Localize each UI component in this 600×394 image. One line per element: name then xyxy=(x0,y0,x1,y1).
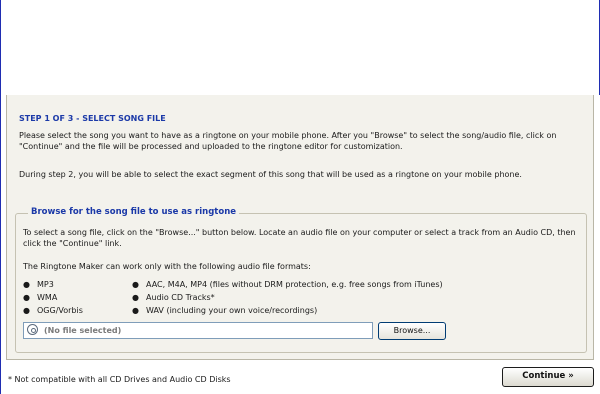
format-item: ● AAC, M4A, MP4 (files without DRM protec… xyxy=(132,278,443,291)
format-label: AAC, M4A, MP4 (files without DRM protect… xyxy=(146,280,443,289)
step-intro-text-2: During step 2, you will be able to selec… xyxy=(19,170,522,179)
continue-button[interactable]: Continue » xyxy=(502,367,594,387)
window-frame-left xyxy=(0,95,1,394)
format-item: ● OGG/Vorbis xyxy=(23,304,83,317)
footer-note: * Not compatible with all CD Drives and … xyxy=(8,375,231,384)
format-item: ● WAV (including your own voice/recording… xyxy=(132,304,443,317)
bullet-icon: ● xyxy=(132,293,139,302)
browse-button[interactable]: Browse... xyxy=(378,322,446,340)
step-panel-inner: STEP 1 OF 3 - SELECT SONG FILE Please se… xyxy=(11,101,589,353)
disc-icon xyxy=(27,324,38,335)
format-label: Audio CD Tracks* xyxy=(146,293,215,302)
format-item: ● MP3 xyxy=(23,278,83,291)
step-intro-text: Please select the song you want to have … xyxy=(19,131,557,151)
browse-description: To select a song file, click on the "Bro… xyxy=(23,228,576,248)
top-blank-area xyxy=(0,0,600,95)
step-title: STEP 1 OF 3 - SELECT SONG FILE xyxy=(19,114,166,123)
bullet-icon: ● xyxy=(23,306,30,315)
browse-section: Browse for the song file to use as ringt… xyxy=(15,207,587,353)
step-panel: STEP 1 OF 3 - SELECT SONG FILE Please se… xyxy=(6,95,594,360)
format-label: OGG/Vorbis xyxy=(37,306,83,315)
bullet-icon: ● xyxy=(132,280,139,289)
browse-section-legend: Browse for the song file to use as ringt… xyxy=(28,207,240,217)
file-path-value: (No file selected) xyxy=(44,326,122,335)
formats-list-col2: ● AAC, M4A, MP4 (files without DRM protec… xyxy=(132,278,443,317)
file-path-field[interactable]: (No file selected) xyxy=(23,322,373,339)
format-item: ● WMA xyxy=(23,291,83,304)
formats-intro: The Ringtone Maker can work only with th… xyxy=(23,262,311,271)
format-label: WMA xyxy=(37,293,58,302)
bullet-icon: ● xyxy=(23,293,30,302)
format-label: WAV (including your own voice/recordings… xyxy=(146,306,318,315)
format-item: ● Audio CD Tracks* xyxy=(132,291,443,304)
bullet-icon: ● xyxy=(23,280,30,289)
bullet-icon: ● xyxy=(132,306,139,315)
format-label: MP3 xyxy=(37,280,54,289)
formats-list-col1: ● MP3 ● WMA ● OGG/Vorbis xyxy=(23,278,83,317)
